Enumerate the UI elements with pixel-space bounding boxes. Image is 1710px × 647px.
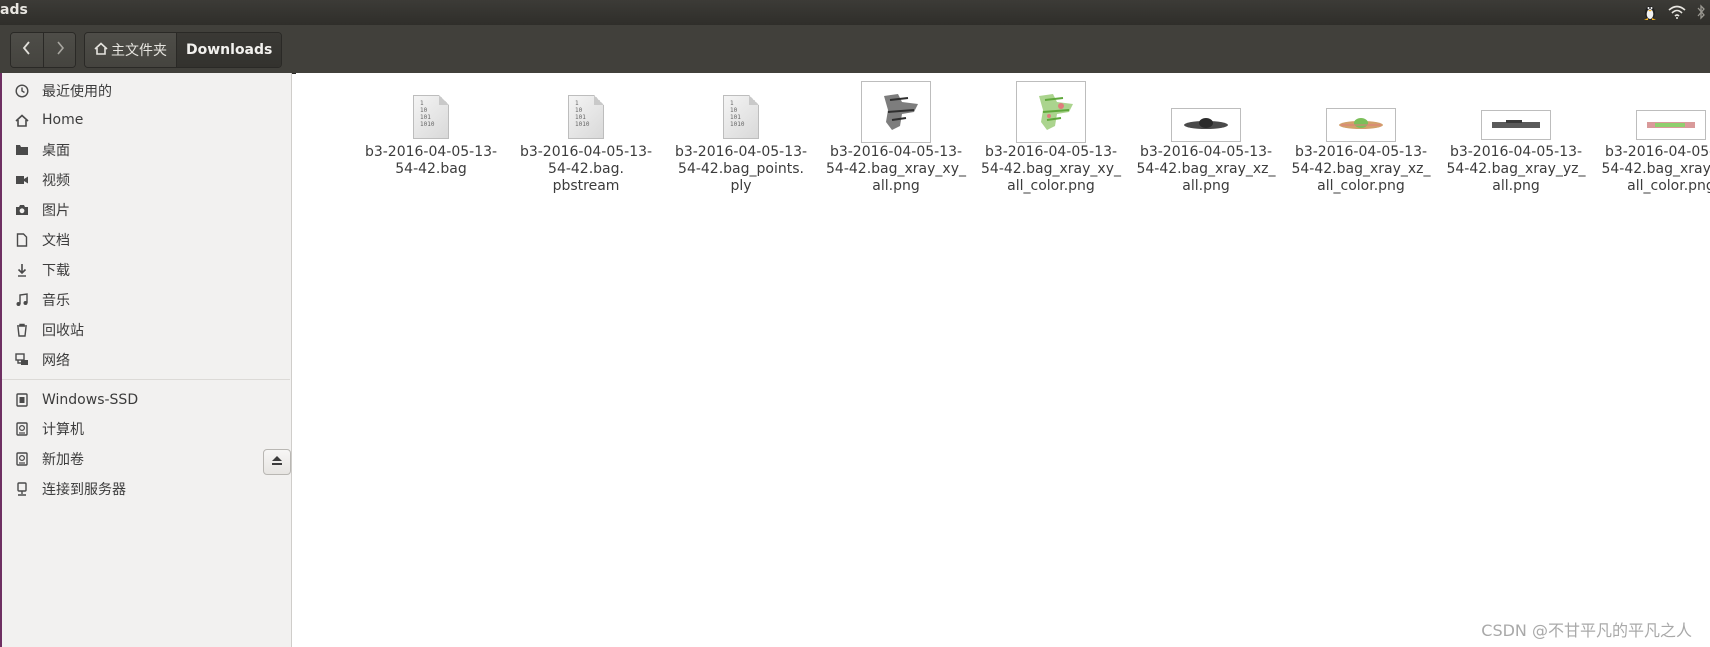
file-item[interactable]: b3-2016-04-05-13- 54-42.bag_xray_xz_ all… — [1286, 73, 1436, 203]
sidebar-item-label: 新加卷 — [42, 452, 84, 468]
chevron-right-icon — [55, 41, 65, 59]
home-icon — [94, 41, 108, 59]
sidebar-item-label: Windows-SSD — [42, 392, 139, 408]
sidebar-item-recent[interactable]: 最近使用的 — [2, 77, 290, 105]
tux-icon[interactable] — [1642, 3, 1658, 26]
download-icon — [14, 262, 30, 278]
breadcrumb: 主文件夹 Downloads — [84, 32, 283, 68]
sidebar-item-connect-server[interactable]: 连接到服务器 — [2, 475, 290, 503]
image-thumbnail-icon — [1131, 108, 1281, 142]
sidebar-item-music[interactable]: 音乐 — [2, 286, 290, 314]
sidebar-item-label: 回收站 — [42, 323, 84, 339]
breadcrumb-home[interactable]: 主文件夹 — [85, 33, 176, 67]
file-item[interactable]: 1 10 101 1010 b3-2016-04-05-13- 54-42.ba… — [666, 73, 816, 203]
sidebar-item-label: 连接到服务器 — [42, 482, 126, 498]
binary-file-icon: 1 10 101 1010 — [511, 95, 661, 139]
home-icon — [14, 112, 30, 128]
window-title: ads — [0, 2, 28, 18]
sidebar-item-label: 文档 — [42, 233, 70, 249]
sidebar-item-home[interactable]: Home — [2, 106, 290, 134]
sidebar-item-label: 音乐 — [42, 293, 70, 309]
image-thumbnail-icon — [976, 81, 1126, 143]
sidebar-item-documents[interactable]: 文档 — [2, 226, 290, 254]
forward-button[interactable] — [43, 33, 75, 67]
image-thumbnail-icon — [1596, 110, 1710, 140]
back-button[interactable] — [11, 33, 43, 67]
sidebar-item-label: 网络 — [42, 353, 70, 369]
volume-drive-icon — [14, 451, 30, 467]
file-view: 1 10 101 1010 b3-2016-04-05-13- 54-42.ba… — [296, 73, 1710, 647]
sidebar-item-computer[interactable]: 计算机 — [2, 415, 290, 443]
file-item[interactable]: 1 10 101 1010 b3-2016-04-05-13- 54-42.ba… — [356, 73, 506, 203]
sidebar-item-label: 最近使用的 — [42, 84, 112, 100]
watermark: CSDN @不甘平凡的平凡之人 — [1481, 621, 1692, 640]
wifi-icon[interactable] — [1668, 5, 1686, 24]
toolbar: 主文件夹 Downloads — [0, 25, 1710, 74]
image-thumbnail-icon — [1286, 108, 1436, 142]
document-icon — [14, 232, 30, 248]
sidebar-item-trash[interactable]: 回收站 — [2, 316, 290, 344]
binary-file-icon: 1 10 101 1010 — [666, 95, 816, 139]
sidebar: 最近使用的 Home 桌面 视频 图片 文档 下载 音乐 回收站 网络 Wind… — [2, 73, 292, 647]
image-thumbnail-icon — [1441, 110, 1591, 140]
sidebar-item-label: 下载 — [42, 263, 70, 279]
binary-file-icon: 1 10 101 1010 — [356, 95, 506, 139]
camera-icon — [14, 202, 30, 218]
file-name: b3-2016-04-05-13- 54-42.bag — [364, 144, 498, 177]
sidebar-item-label: Home — [42, 112, 84, 128]
file-name: b3-2016-04-05-13- 54-42.bag_xray_xy_ all… — [826, 144, 966, 194]
computer-drive-icon — [14, 421, 30, 437]
breadcrumb-downloads-label: Downloads — [186, 42, 273, 58]
drive-icon — [14, 392, 30, 408]
file-name: b3-2016-04-05-13- 54-42.bag_xray_yz_ all… — [1601, 144, 1710, 194]
desktop-folder-icon — [14, 142, 30, 158]
sidebar-item-label: 计算机 — [42, 422, 84, 438]
server-icon — [14, 481, 30, 497]
bluetooth-icon[interactable] — [1696, 4, 1706, 25]
file-item[interactable]: b3-2016-04-05-13- 54-42.bag_xray_xy_ all… — [976, 73, 1126, 203]
sidebar-item-desktop[interactable]: 桌面 — [2, 136, 290, 164]
file-name: b3-2016-04-05-13- 54-42.bag_xray_yz_ all… — [1446, 144, 1586, 194]
video-icon — [14, 172, 30, 188]
sidebar-item-pictures[interactable]: 图片 — [2, 196, 290, 224]
file-item[interactable]: b3-2016-04-05-13- 54-42.bag_xray_yz_ all… — [1596, 73, 1710, 203]
sidebar-divider — [2, 379, 290, 380]
eject-button[interactable] — [263, 449, 291, 475]
file-item[interactable]: b3-2016-04-05-13- 54-42.bag_xray_yz_ all… — [1441, 73, 1591, 203]
trash-icon — [14, 322, 30, 338]
chevron-left-icon — [22, 41, 32, 59]
sidebar-item-downloads[interactable]: 下载 — [2, 256, 290, 284]
file-name: b3-2016-04-05-13- 54-42.bag_xray_xz_ all… — [1136, 144, 1276, 194]
top-panel: ads — [0, 0, 1710, 25]
history-buttons — [10, 32, 76, 68]
sidebar-item-new-volume[interactable]: 新加卷 — [2, 445, 290, 473]
breadcrumb-downloads[interactable]: Downloads — [176, 33, 282, 67]
sidebar-item-label: 视频 — [42, 173, 70, 189]
sidebar-item-label: 图片 — [42, 203, 70, 219]
sidebar-item-videos[interactable]: 视频 — [2, 166, 290, 194]
network-icon — [14, 352, 30, 368]
sidebar-item-windows-ssd[interactable]: Windows-SSD — [2, 386, 290, 414]
file-name: b3-2016-04-05-13- 54-42.bag_xray_xy_ all… — [981, 144, 1121, 194]
file-name: b3-2016-04-05-13- 54-42.bag. pbstream — [519, 144, 653, 194]
breadcrumb-home-label: 主文件夹 — [111, 43, 167, 59]
sidebar-item-label: 桌面 — [42, 143, 70, 159]
system-tray — [1642, 3, 1706, 26]
sidebar-item-network[interactable]: 网络 — [2, 346, 290, 374]
file-item[interactable]: b3-2016-04-05-13- 54-42.bag_xray_xy_ all… — [821, 73, 971, 203]
file-name: b3-2016-04-05-13- 54-42.bag_points. ply — [674, 144, 808, 194]
file-name: b3-2016-04-05-13- 54-42.bag_xray_xz_ all… — [1291, 144, 1431, 194]
file-item[interactable]: 1 10 101 1010 b3-2016-04-05-13- 54-42.ba… — [511, 73, 661, 203]
clock-icon — [14, 83, 30, 99]
image-thumbnail-icon — [821, 81, 971, 143]
file-item[interactable]: b3-2016-04-05-13- 54-42.bag_xray_xz_ all… — [1131, 73, 1281, 203]
music-icon — [14, 292, 30, 308]
eject-icon — [271, 454, 283, 470]
